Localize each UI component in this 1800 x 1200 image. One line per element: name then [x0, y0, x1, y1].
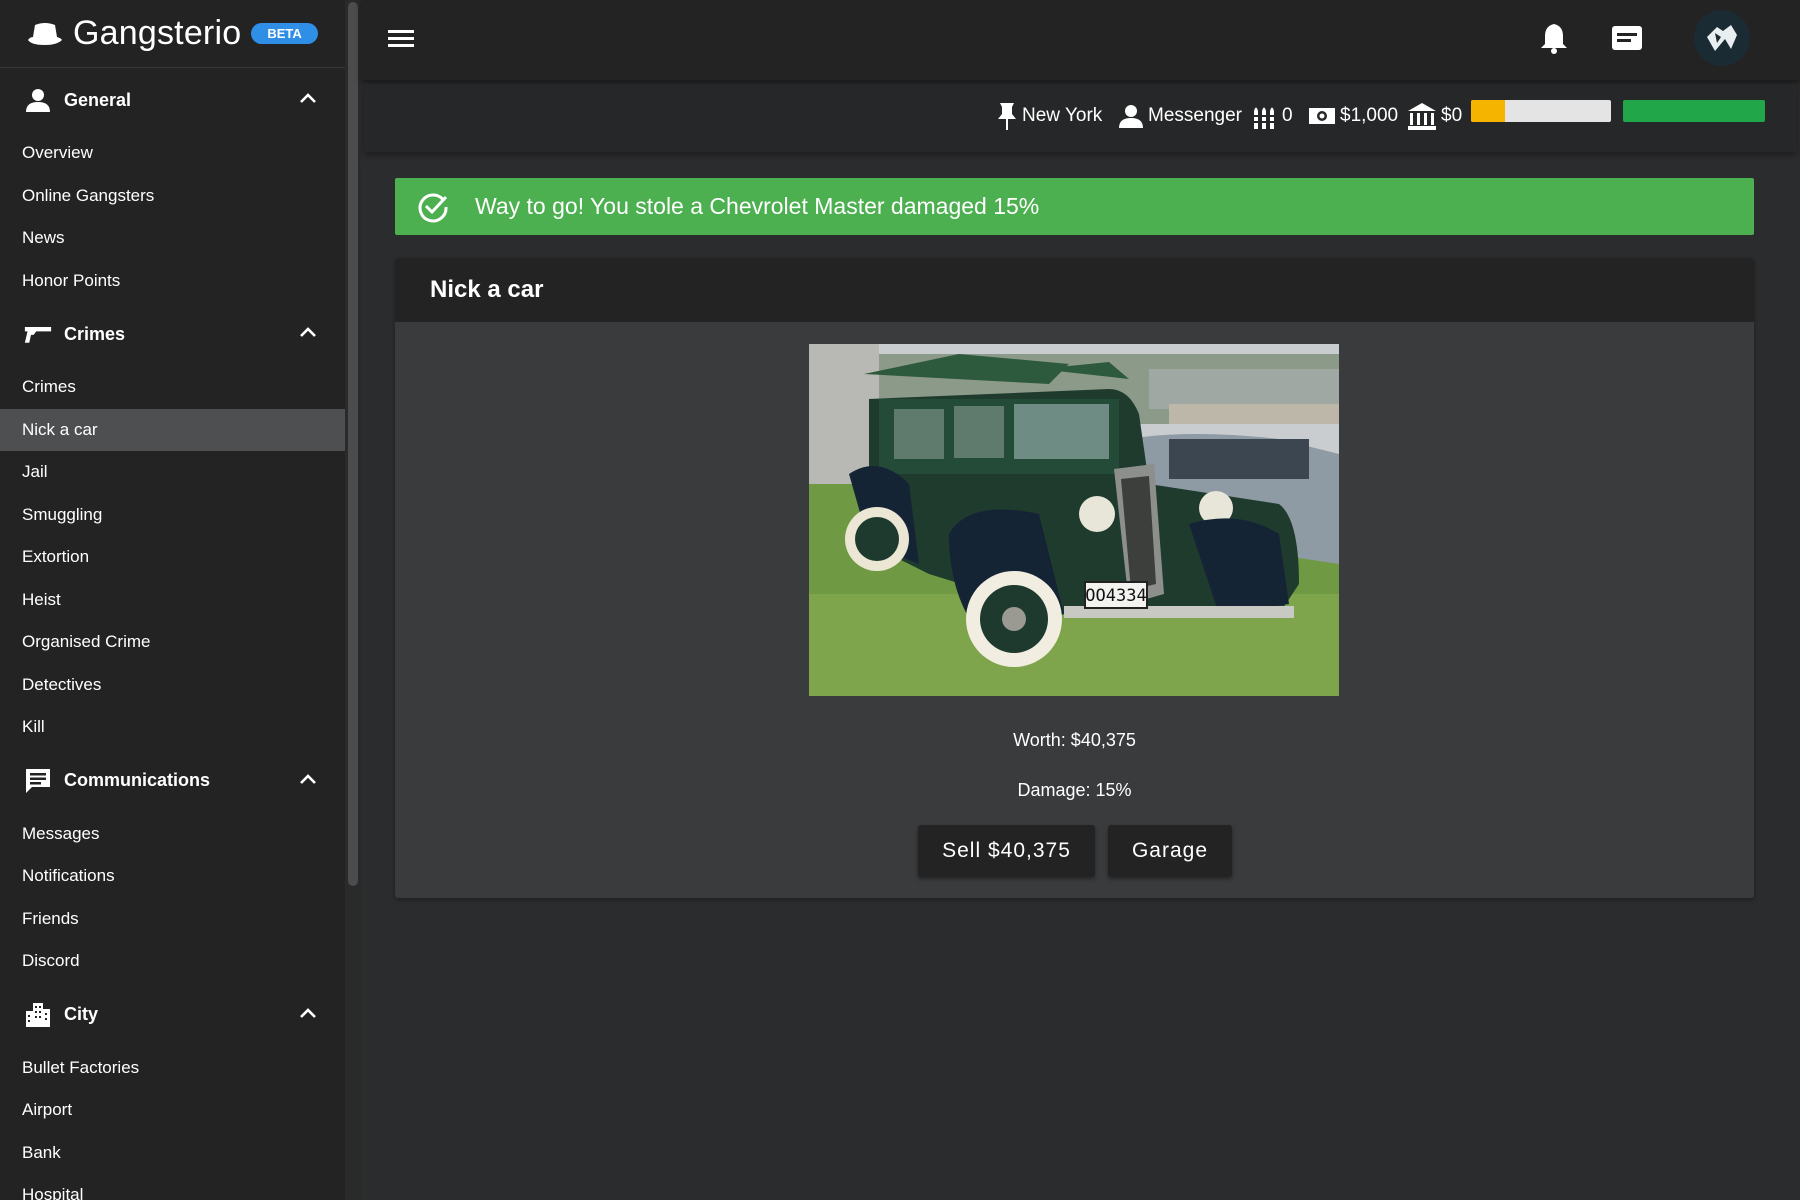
health-bar-fill: [1623, 100, 1765, 122]
success-alert: Way to go! You stole a Chevrolet Master …: [395, 178, 1754, 235]
sidebar-item-news[interactable]: News: [0, 217, 361, 260]
section-crimes[interactable]: Crimes: [0, 302, 361, 366]
section-communications[interactable]: Communications: [0, 749, 361, 813]
sidebar-item-honor-points[interactable]: Honor Points: [0, 260, 361, 303]
bank-stat[interactable]: $0: [1407, 101, 1462, 131]
chevron-up-icon[interactable]: [299, 326, 317, 338]
rank-value: Messenger: [1148, 105, 1242, 126]
hat-logo-icon: [28, 22, 62, 45]
cash-icon: [1309, 108, 1335, 124]
car-damage: Damage: 15%: [1017, 780, 1132, 800]
sidebar-item-extortion[interactable]: Extortion: [0, 536, 361, 579]
bullets-value: 0: [1282, 105, 1293, 126]
sidebar-scroll-thumb[interactable]: [348, 2, 358, 886]
sidebar-item-friends[interactable]: Friends: [0, 898, 361, 941]
sidebar-item-bank[interactable]: Bank: [0, 1132, 361, 1175]
section-label: City: [64, 1004, 99, 1024]
sidebar-item-smuggling[interactable]: Smuggling: [0, 494, 361, 537]
sidebar-item-discord[interactable]: Discord: [0, 940, 361, 983]
person-icon: [1119, 105, 1143, 128]
person-icon: [24, 87, 52, 113]
card-header: Nick a car: [395, 258, 1754, 322]
alert-text: Way to go! You stole a Chevrolet Master …: [475, 193, 1040, 219]
rank-stat[interactable]: Messenger: [1118, 101, 1242, 131]
garage-button[interactable]: Garage: [1108, 825, 1232, 877]
section-label: General: [64, 89, 132, 110]
section-city[interactable]: City: [0, 983, 361, 1047]
chevron-up-icon[interactable]: [299, 1007, 317, 1019]
sidebar: Gangsterio BETA General Overview Online …: [0, 0, 361, 1200]
pin-icon: [998, 103, 1016, 130]
avatar-image: [1707, 25, 1737, 51]
location-value: New York: [1022, 105, 1103, 126]
chevron-up-icon[interactable]: [299, 773, 317, 785]
sidebar-item-notifications[interactable]: Notifications: [0, 855, 361, 898]
rank-progress-fill: [1471, 100, 1505, 122]
brand-name: Gangsterio: [73, 14, 242, 52]
sidebar-item-crimes[interactable]: Crimes: [0, 366, 361, 409]
sidebar-item-detectives[interactable]: Detectives: [0, 664, 361, 707]
sidebar-item-airport[interactable]: Airport: [0, 1089, 361, 1132]
location-stat[interactable]: New York: [996, 101, 1102, 131]
nick-a-car-card: Nick a car OO4334 Worth: $40,375 Damage:…: [395, 258, 1754, 898]
chevron-up-icon[interactable]: [299, 92, 317, 104]
health-bar: [1623, 100, 1765, 122]
avatar[interactable]: [1694, 10, 1750, 66]
chat-icon: [24, 768, 52, 794]
bank-icon: [1408, 103, 1436, 130]
gun-icon: [24, 321, 52, 347]
beta-badge: BETA: [251, 23, 318, 44]
sidebar-item-hospital[interactable]: Hospital: [0, 1174, 361, 1200]
section-label: Communications: [64, 770, 211, 790]
sidebar-item-online-gangsters[interactable]: Online Gangsters: [0, 175, 361, 218]
sell-button[interactable]: Sell $40,375: [918, 825, 1095, 877]
bullets-icon: [1253, 107, 1276, 129]
sidebar-item-bullet-factories[interactable]: Bullet Factories: [0, 1047, 361, 1090]
bank-value: $0: [1441, 105, 1463, 126]
license-plate: OO4334: [1085, 586, 1146, 606]
sidebar-item-kill[interactable]: Kill: [0, 706, 361, 749]
cash-value: $1,000: [1340, 105, 1399, 126]
check-circle-icon: [418, 193, 448, 222]
card-title: Nick a car: [430, 276, 544, 303]
city-icon: [24, 1002, 52, 1028]
sidebar-scrollbar[interactable]: [345, 0, 361, 1200]
sidebar-item-overview[interactable]: Overview: [0, 132, 361, 175]
bullets-stat[interactable]: 0: [1252, 101, 1293, 131]
menu-icon[interactable]: [386, 26, 416, 50]
sidebar-item-heist[interactable]: Heist: [0, 579, 361, 622]
sidebar-item-jail[interactable]: Jail: [0, 451, 361, 494]
top-bar: [361, 0, 1800, 80]
sidebar-item-organised-crime[interactable]: Organised Crime: [0, 621, 361, 664]
section-label: Crimes: [64, 323, 126, 344]
car-image: OO4334: [809, 344, 1339, 696]
brand[interactable]: Gangsterio BETA: [0, 0, 361, 68]
inbox-icon[interactable]: [1609, 20, 1645, 56]
cash-stat[interactable]: $1,000: [1308, 101, 1398, 131]
rank-progress-bar: [1471, 100, 1611, 122]
car-worth: Worth: $40,375: [1013, 730, 1136, 750]
bell-icon[interactable]: [1536, 20, 1572, 56]
section-general[interactable]: General: [0, 68, 361, 132]
sidebar-item-nick-a-car[interactable]: Nick a car: [0, 408, 361, 451]
sidebar-item-messages[interactable]: Messages: [0, 813, 361, 856]
player-stats-bar: New York Messenger 0 $1,000 $0: [364, 84, 1797, 152]
